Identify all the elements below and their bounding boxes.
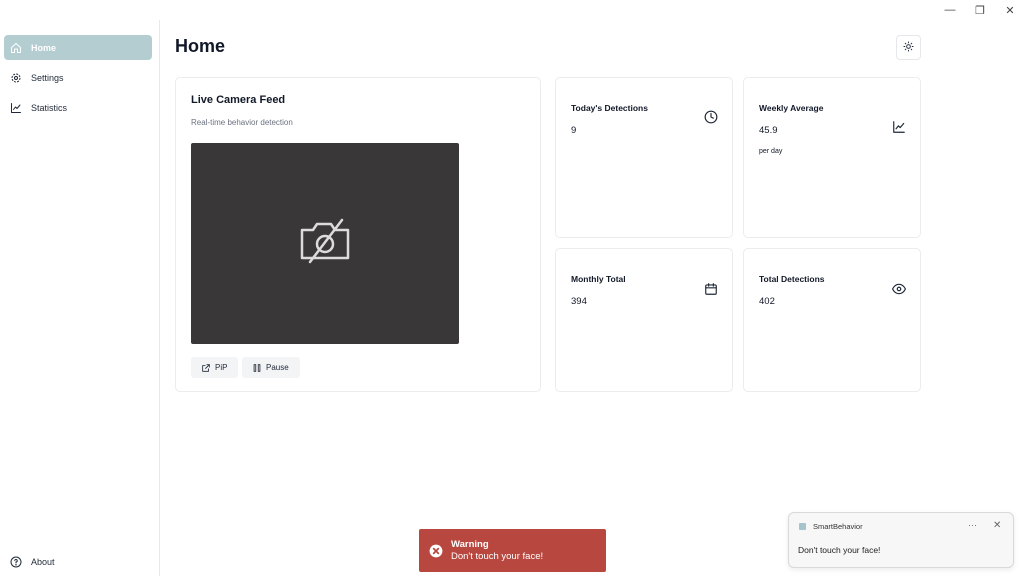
eye-icon <box>891 282 907 296</box>
toast-text: Warning Don't touch your face! <box>451 539 543 562</box>
stat-card-monthly: Monthly Total 394 <box>555 248 733 392</box>
system-notification[interactable]: SmartBehavior ··· ✕ Don't touch your fac… <box>788 512 1014 568</box>
restore-button[interactable]: ❐ <box>966 0 994 20</box>
stat-value: 394 <box>571 296 587 307</box>
more-icon[interactable]: ··· <box>968 520 977 530</box>
home-icon <box>10 42 22 54</box>
camera-feed <box>191 143 459 344</box>
stat-card-total: Total Detections 402 <box>743 248 921 392</box>
stat-label: Total Detections <box>759 274 825 284</box>
close-window-button[interactable]: ✕ <box>996 0 1024 20</box>
notification-close-icon[interactable]: ✕ <box>993 520 1001 531</box>
page-title: Home <box>175 36 226 56</box>
sidebar-item-about[interactable]: About <box>4 549 152 574</box>
stat-value: 9 <box>571 125 577 136</box>
pause-label: Pause <box>266 363 289 372</box>
app-icon <box>799 523 806 530</box>
stat-sub: per day <box>759 148 783 155</box>
sidebar-item-label: Home <box>31 42 57 53</box>
sidebar-item-label: Settings <box>31 72 64 83</box>
gear-icon <box>10 72 22 84</box>
help-circle-icon <box>10 556 22 568</box>
sun-icon <box>903 39 914 57</box>
sidebar-item-label: About <box>31 556 55 567</box>
stat-value: 402 <box>759 296 775 307</box>
notification-app-name: SmartBehavior <box>813 522 863 531</box>
calendar-icon <box>704 282 718 296</box>
pause-button[interactable]: Pause <box>242 357 300 378</box>
stat-card-weekly: Weekly Average 45.9 per day <box>743 77 921 238</box>
chart-line-icon <box>10 102 22 114</box>
sidebar-item-statistics[interactable]: Statistics <box>4 95 152 120</box>
pip-button[interactable]: PiP <box>191 357 238 378</box>
pause-icon <box>253 363 261 372</box>
theme-toggle-button[interactable] <box>896 35 921 60</box>
trend-chart-icon <box>892 120 906 134</box>
sidebar-item-home[interactable]: Home <box>4 35 152 60</box>
stat-card-today: Today's Detections 9 <box>555 77 733 238</box>
sidebar-item-settings[interactable]: Settings <box>4 65 152 90</box>
camera-card: Live Camera Feed Real-time behavior dete… <box>175 77 541 392</box>
notification-message: Don't touch your face! <box>798 545 881 555</box>
camera-off-icon <box>298 216 352 271</box>
camera-subtitle: Real-time behavior detection <box>191 118 293 127</box>
window-controls: — ❐ ✕ <box>934 0 1024 20</box>
sidebar-item-label: Statistics <box>31 102 68 113</box>
stat-label: Weekly Average <box>759 103 824 113</box>
error-circle-icon <box>429 544 443 557</box>
toast-message: Don't touch your face! <box>451 551 544 562</box>
warning-toast: Warning Don't touch your face! <box>419 529 606 572</box>
stat-label: Monthly Total <box>571 274 626 284</box>
minimize-button[interactable]: — <box>936 0 964 20</box>
stat-value: 45.9 <box>759 125 778 136</box>
external-link-icon <box>202 363 210 372</box>
sidebar: Home Settings Statistics About <box>0 20 160 576</box>
pip-label: PiP <box>215 363 228 372</box>
clock-icon <box>704 110 718 124</box>
stat-label: Today's Detections <box>571 103 648 113</box>
camera-title: Live Camera Feed <box>191 94 286 106</box>
toast-title: Warning <box>451 539 489 550</box>
